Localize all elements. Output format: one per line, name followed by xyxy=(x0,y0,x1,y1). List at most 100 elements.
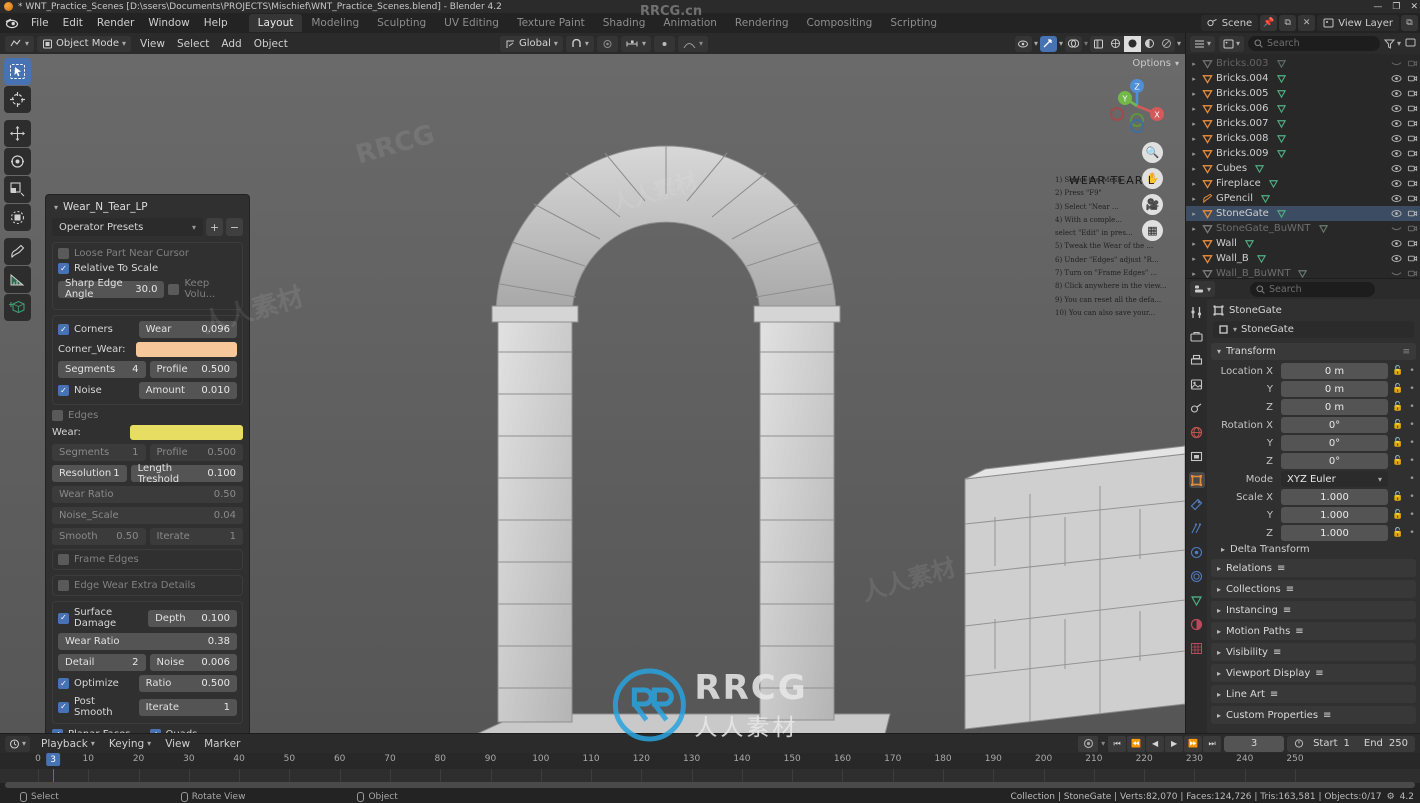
timeline-menu-keying[interactable]: Keying ▾ xyxy=(103,736,157,752)
timeline-ruler[interactable]: 0 10 20 30 40 50 60 70 80 90 100 110 120 130 140 150 160… xyxy=(0,753,1420,769)
constraint-properties-tab[interactable] xyxy=(1189,568,1205,584)
expand-arrow-icon[interactable]: ▸ xyxy=(1189,120,1199,128)
collection-properties-tab[interactable] xyxy=(1189,448,1205,464)
tab-layout[interactable]: Layout xyxy=(248,14,303,32)
frame-edges-group[interactable]: Frame Edges xyxy=(52,549,243,570)
timeline-editor[interactable]: ▾ Playback ▾ Keying ▾ View Marker ▾ ⏮ ⏪ ◀ … xyxy=(0,734,1420,791)
closed-panel-list[interactable]: ▸ Relations ≡ ▸ Collections ≡ ▸ Instanci… xyxy=(1207,559,1420,724)
loose-part-row[interactable]: Loose Part Near Cursor xyxy=(58,248,237,259)
outliner-row-toggles[interactable] xyxy=(1391,208,1418,219)
panel-relations[interactable]: ▸ Relations ≡ xyxy=(1211,559,1416,577)
animate-property-dot[interactable]: • xyxy=(1408,384,1416,394)
lock-icon[interactable]: 🔓 xyxy=(1392,384,1404,394)
animate-property-dot[interactable]: • xyxy=(1408,438,1416,448)
detail-field[interactable]: Detail 2 xyxy=(58,654,146,671)
relative-to-scale-checkbox[interactable]: ✓ Relative To Scale xyxy=(58,263,158,274)
material-properties-tab[interactable] xyxy=(1189,616,1205,632)
minimize-button[interactable]: — xyxy=(1373,2,1382,12)
new-view-layer-button[interactable]: ⧉ xyxy=(1401,15,1418,31)
workspace-tabs[interactable]: Layout Modeling Sculpting UV Editing Tex… xyxy=(248,14,946,32)
properties-editor[interactable]: ▾ Search StoneGate ▾ StoneGate ▾ Transfo… xyxy=(1186,279,1420,733)
delta-transform-subpanel[interactable]: ▸ Delta Transform xyxy=(1221,544,1416,555)
edge-profile-field[interactable]: Profile 0.500 xyxy=(149,444,243,461)
outliner-editor[interactable]: ▾ ▾ Search ▾ ▸ Bricks.003 ▸ Bricks.004 ▸ Bric… xyxy=(1186,33,1420,278)
animate-property-dot[interactable]: • xyxy=(1408,510,1416,520)
lock-icon[interactable]: 🔓 xyxy=(1392,420,1404,430)
add-preset-button[interactable]: + xyxy=(206,218,223,236)
transform-row-4-field[interactable]: 0° xyxy=(1281,435,1388,451)
physics-properties-tab[interactable] xyxy=(1189,544,1205,560)
tab-uv-editing[interactable]: UV Editing xyxy=(435,14,508,32)
operator-panel-header[interactable]: ▾ Wear_N_Tear_LP xyxy=(52,200,243,218)
edge-segments-field[interactable]: Segments 1 xyxy=(52,444,146,461)
particle-properties-tab[interactable] xyxy=(1189,520,1205,536)
animate-property-dot[interactable]: • xyxy=(1408,420,1416,430)
pivot-point-selector[interactable]: ▾ xyxy=(620,35,651,52)
transform-row-3-field[interactable]: 0° xyxy=(1281,417,1388,433)
outliner-row-toggles[interactable] xyxy=(1391,268,1418,278)
ratio-field[interactable]: Ratio 0.500 xyxy=(138,675,237,692)
rotate-tool[interactable] xyxy=(4,148,31,175)
current-frame-field[interactable]: 3 xyxy=(1224,735,1285,752)
move-tool[interactable] xyxy=(4,120,31,147)
scale-row-0-field[interactable]: 1.000 xyxy=(1281,489,1388,505)
tab-texture-paint[interactable]: Texture Paint xyxy=(508,14,594,32)
noise-scale-field[interactable]: Noise_Scale 0.04 xyxy=(52,507,243,524)
corner-segments-field[interactable]: Segments 4 xyxy=(58,361,146,378)
planar-faces-checkbox[interactable]: ✓ Planar Faces xyxy=(52,729,146,733)
outliner-item-cubes[interactable]: ▸ Cubes xyxy=(1186,161,1420,176)
outliner-row-toggles[interactable] xyxy=(1391,238,1418,249)
tab-modeling[interactable]: Modeling xyxy=(302,14,368,32)
proportional-editing-toggle[interactable] xyxy=(596,35,618,52)
outliner-item-bricks-005[interactable]: ▸ Bricks.005 xyxy=(1186,86,1420,101)
expand-arrow-icon[interactable]: ▸ xyxy=(1189,90,1199,98)
outliner-row-toggles[interactable] xyxy=(1391,193,1418,204)
transform-panel-header[interactable]: ▾ Transform ≡ xyxy=(1211,343,1416,360)
expand-arrow-icon[interactable]: ▸ xyxy=(1189,270,1199,278)
scale-tool[interactable] xyxy=(4,176,31,203)
viewport-menus[interactable]: View Select Add Object xyxy=(134,36,294,52)
play-button[interactable]: ▶ xyxy=(1165,735,1184,752)
smooth-field[interactable]: Smooth 0.50 xyxy=(52,528,146,545)
next-keyframe-button[interactable]: ⏩ xyxy=(1184,735,1203,752)
xray-toggle[interactable] xyxy=(1089,35,1107,52)
timeline-scrollbar[interactable] xyxy=(5,782,1415,788)
texture-properties-tab[interactable] xyxy=(1189,640,1205,656)
expand-arrow-icon[interactable]: ▸ xyxy=(1189,75,1199,83)
menu-file[interactable]: File xyxy=(24,15,56,31)
tweak-tool[interactable] xyxy=(4,58,31,85)
outliner-item-bricks-004[interactable]: ▸ Bricks.004 xyxy=(1186,71,1420,86)
wear-color-swatch[interactable] xyxy=(130,425,243,440)
wireframe-shading-button[interactable] xyxy=(1106,35,1124,52)
expand-arrow-icon[interactable]: ▸ xyxy=(1189,240,1199,248)
viewport-menu-object[interactable]: Object xyxy=(248,36,294,52)
tab-rendering[interactable]: Rendering xyxy=(726,14,798,32)
playhead-frame-indicator[interactable]: 3 xyxy=(46,753,60,766)
outliner-row-toggles[interactable] xyxy=(1391,73,1418,84)
transform-row-1-field[interactable]: 0 m xyxy=(1281,381,1388,397)
add-cube-tool[interactable] xyxy=(4,294,31,321)
rotation-mode-select[interactable]: XYZ Euler ▾ xyxy=(1281,471,1388,487)
corner-wear-color-swatch[interactable] xyxy=(136,342,237,357)
expand-arrow-icon[interactable]: ▸ xyxy=(1189,195,1199,203)
properties-tab-column[interactable] xyxy=(1186,299,1207,733)
blender-menu-icon[interactable] xyxy=(4,16,19,31)
outliner-item-bricks-008[interactable]: ▸ Bricks.008 xyxy=(1186,131,1420,146)
render-properties-tab[interactable] xyxy=(1189,328,1205,344)
outliner-row-toggles[interactable] xyxy=(1391,178,1418,189)
viewport-options-menu[interactable]: Options ▾ xyxy=(1132,58,1179,69)
quads-checkbox[interactable]: ✓ Quads xyxy=(149,729,244,733)
animate-property-dot[interactable]: • xyxy=(1408,366,1416,376)
shading-mode-group[interactable] xyxy=(1089,35,1175,52)
panel-instancing[interactable]: ▸ Instancing ≡ xyxy=(1211,601,1416,619)
outliner-filter-icon[interactable]: ▾ xyxy=(1383,39,1401,49)
object-data-properties-tab[interactable] xyxy=(1189,592,1205,608)
loose-part-checkbox[interactable]: Loose Part Near Cursor xyxy=(58,248,189,259)
viewport-menu-add[interactable]: Add xyxy=(215,36,247,52)
menu-edit[interactable]: Edit xyxy=(56,15,90,31)
operator-redo-panel[interactable]: ▾ Wear_N_Tear_LP Operator Presets ▾ + − … xyxy=(45,194,250,733)
expand-arrow-icon[interactable]: ▸ xyxy=(1189,150,1199,158)
remove-preset-button[interactable]: − xyxy=(226,218,243,236)
timeline-editor-type-selector[interactable]: ▾ xyxy=(5,735,31,752)
scene-properties-tab[interactable] xyxy=(1189,400,1205,416)
